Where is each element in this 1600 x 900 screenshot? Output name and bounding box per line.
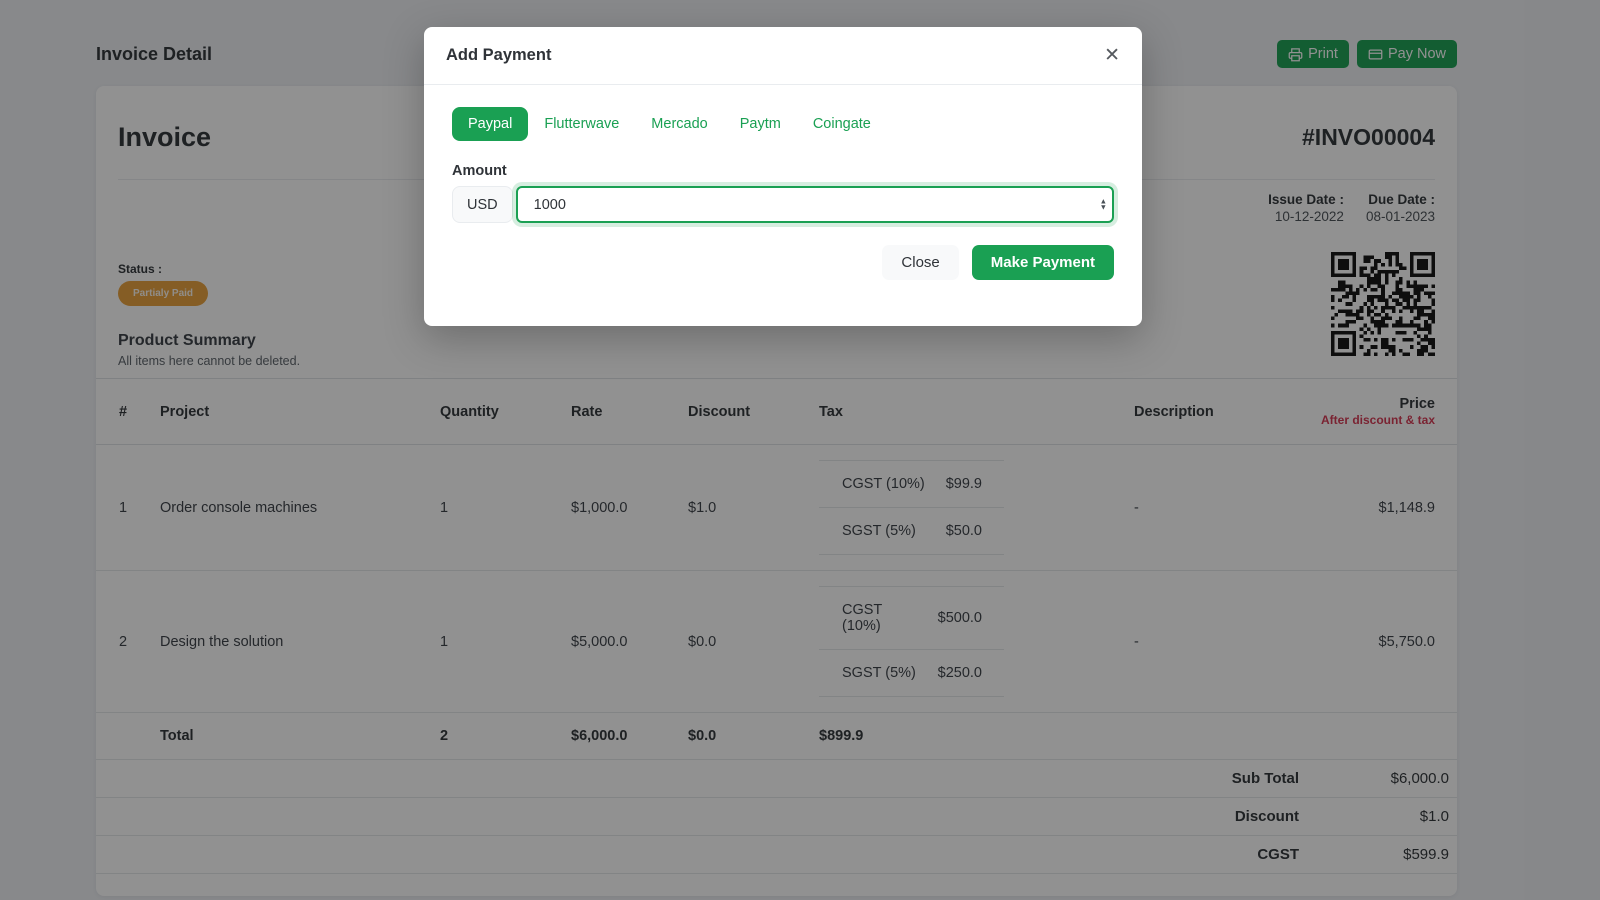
tab-flutterwave[interactable]: Flutterwave — [528, 107, 635, 141]
currency-prefix: USD — [452, 186, 513, 223]
modal-header: Add Payment ✕ — [424, 27, 1142, 85]
close-icon[interactable]: ✕ — [1104, 46, 1120, 65]
tab-paytm[interactable]: Paytm — [724, 107, 797, 141]
tab-mercado[interactable]: Mercado — [635, 107, 723, 141]
number-spinner[interactable]: ▲ ▼ — [1100, 198, 1107, 211]
tab-coingate[interactable]: Coingate — [797, 107, 887, 141]
amount-input-group: USD ▲ ▼ — [452, 186, 1114, 223]
payment-method-tabs: Paypal Flutterwave Mercado Paytm Coingat… — [452, 107, 1114, 141]
make-payment-button[interactable]: Make Payment — [972, 245, 1114, 280]
amount-input[interactable] — [516, 186, 1114, 223]
amount-label: Amount — [452, 163, 1114, 179]
modal-body: Paypal Flutterwave Mercado Paytm Coingat… — [424, 85, 1142, 326]
tab-paypal[interactable]: Paypal — [452, 107, 528, 141]
invoice-detail-screen: Invoice Detail Print Pay Now — [0, 0, 1600, 900]
modal-footer: Close Make Payment — [452, 245, 1114, 280]
add-payment-modal: Add Payment ✕ Paypal Flutterwave Mercado… — [424, 27, 1142, 326]
spinner-down-icon[interactable]: ▼ — [1100, 205, 1107, 212]
close-button[interactable]: Close — [882, 245, 958, 280]
modal-title: Add Payment — [446, 46, 551, 65]
